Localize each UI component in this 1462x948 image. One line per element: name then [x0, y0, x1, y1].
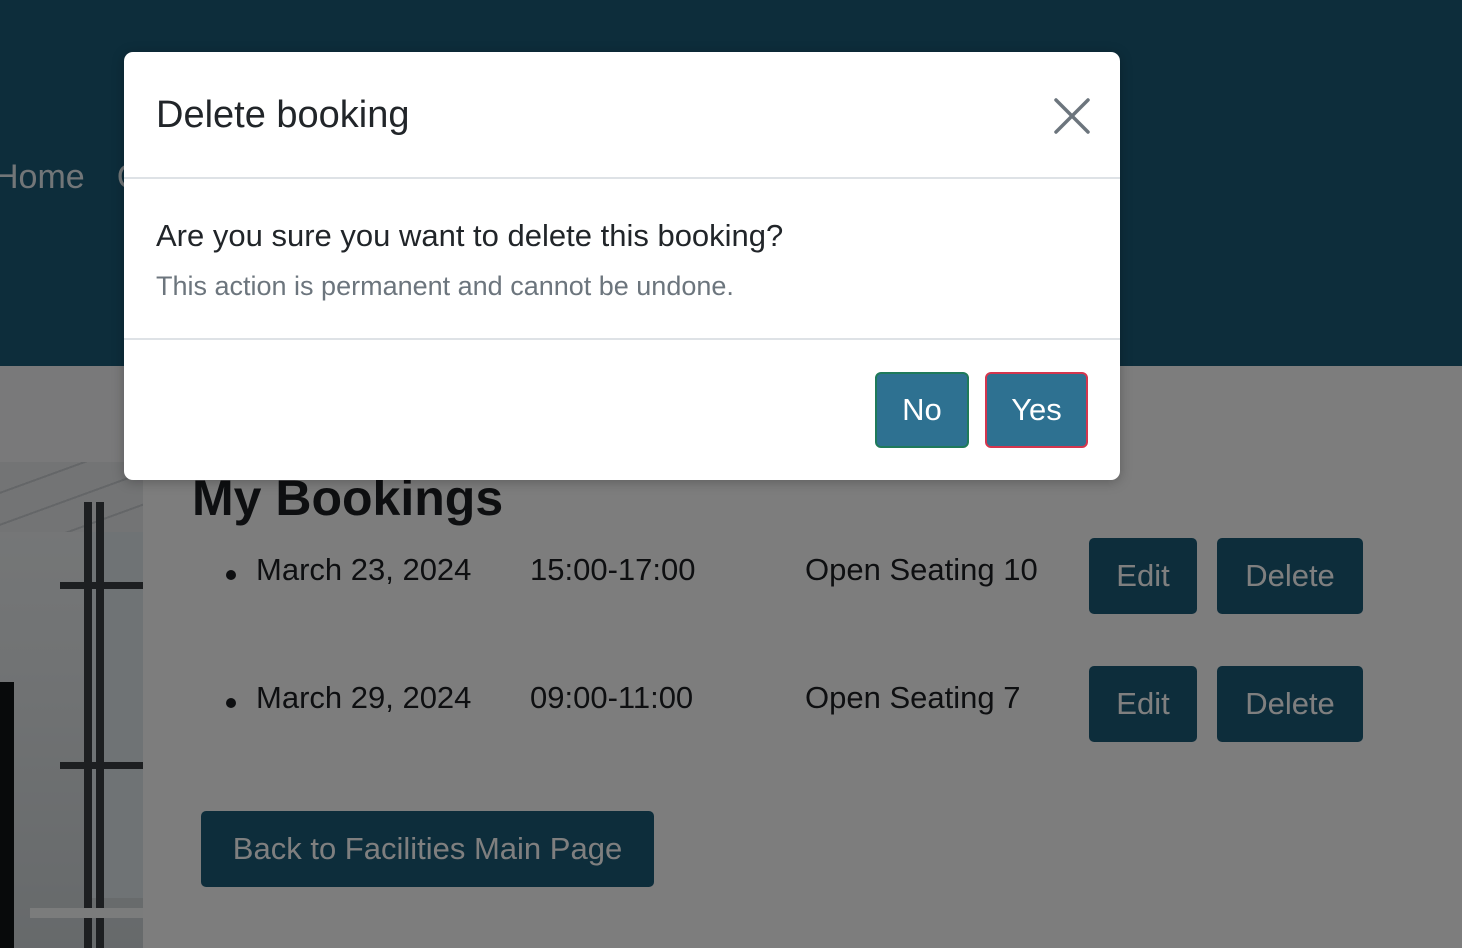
no-button[interactable]: No: [875, 372, 969, 448]
close-icon: [1054, 98, 1090, 134]
modal-body: Are you sure you want to delete this boo…: [124, 179, 1120, 340]
close-button[interactable]: [1046, 90, 1098, 142]
delete-booking-modal: Delete booking Are you sure you want to …: [124, 52, 1120, 480]
modal-header: Delete booking: [124, 52, 1120, 179]
confirm-question: Are you sure you want to delete this boo…: [156, 218, 784, 253]
modal-title: Delete booking: [156, 94, 410, 136]
yes-button[interactable]: Yes: [985, 372, 1088, 448]
warning-text: This action is permanent and cannot be u…: [156, 271, 734, 301]
